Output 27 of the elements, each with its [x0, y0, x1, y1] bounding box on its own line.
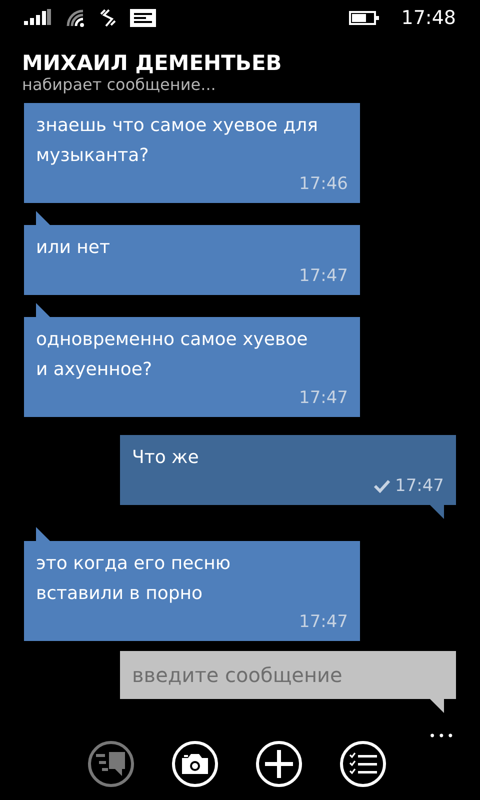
message-input-field[interactable]: введите сообщение	[120, 651, 456, 699]
checklist-icon	[349, 752, 377, 776]
message-text: знаешь что самое хуевое для музыканта?	[36, 114, 319, 168]
message-time: 17:47	[395, 476, 444, 496]
message-time: 17:47	[299, 266, 348, 286]
battery-icon	[349, 11, 380, 25]
camera-icon	[182, 753, 208, 775]
message-time: 17:47	[299, 612, 348, 632]
message-time: 17:47	[299, 388, 348, 408]
message-text: Что же	[132, 446, 200, 470]
message-text: это когда его песню вставили в порно	[36, 552, 232, 606]
vibrate-icon	[100, 9, 116, 27]
message-time: 17:46	[299, 174, 348, 194]
wifi-icon	[66, 9, 86, 27]
checklist-button[interactable]	[340, 741, 386, 787]
typing-status: набирает сообщение...	[22, 76, 217, 94]
message-icon	[130, 9, 156, 27]
message-text: или нет	[36, 236, 111, 260]
signal-icon	[24, 9, 52, 27]
clock-time: 17:48	[401, 7, 456, 29]
plus-icon	[265, 750, 293, 778]
more-button[interactable]: •••	[428, 728, 456, 744]
chat-icon	[96, 751, 126, 777]
message-text: одновременно самое хуевое и ахуенное?	[36, 328, 309, 382]
add-button[interactable]	[256, 741, 302, 787]
camera-button[interactable]	[172, 741, 218, 787]
contact-name: МИХАИЛ ДЕМЕНТЬЕВ	[22, 50, 283, 76]
